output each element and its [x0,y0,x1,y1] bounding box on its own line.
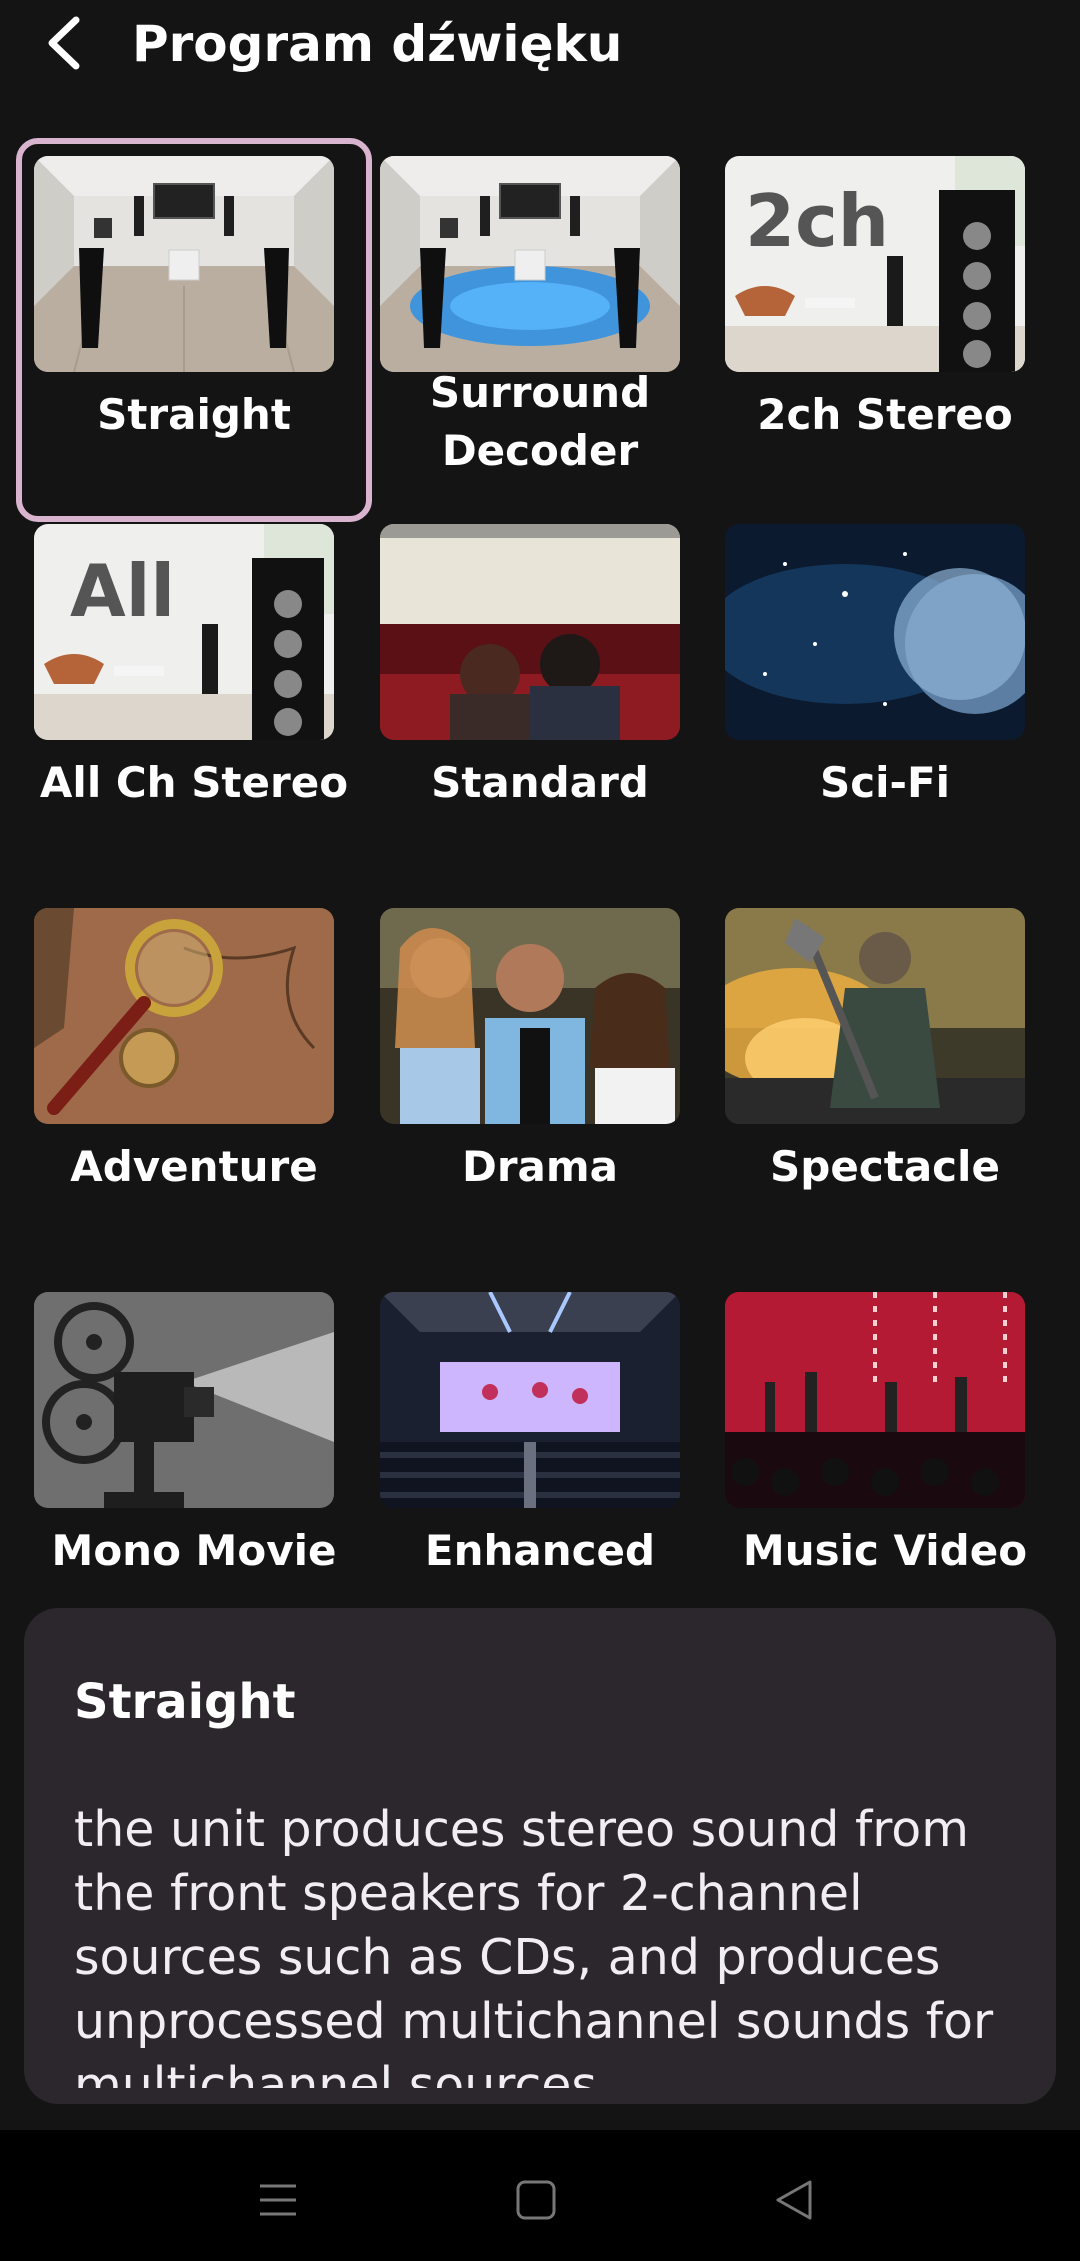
program-label: Surround Decoder [429,368,651,475]
program-tile-mono-movie[interactable]: Mono Movie [16,1290,372,1615]
page-title: Program dźwięku [132,15,623,73]
header: Program dźwięku [0,0,1080,90]
enhanced-thumbnail [380,1292,680,1508]
program-label: Sci-Fi [819,758,951,807]
straight-thumbnail [34,156,334,372]
program-tile-surround-decoder[interactable]: Surround Decoder [362,138,718,522]
2ch-stereo-thumbnail: 2ch [725,156,1025,372]
home-button[interactable] [506,2170,566,2230]
menu-button[interactable] [248,2170,308,2230]
program-label: Straight [97,390,291,439]
program-label: Enhanced [424,1526,656,1575]
spectacle-thumbnail [725,908,1025,1124]
program-tile-adventure[interactable]: Adventure [16,906,372,1290]
program-label: Spectacle [770,1142,1000,1191]
program-label: All Ch Stereo [39,758,349,807]
all-text: All [70,549,175,633]
standard-thumbnail [380,524,680,740]
program-grid: Straight Surround Decoder 2ch 2ch Stereo… [0,135,1080,1615]
back-triangle-icon [776,2180,812,2220]
program-tile-music-video[interactable]: Music Video [707,1290,1063,1615]
system-navigation-bar [0,2130,1080,2261]
program-tile-sci-fi[interactable]: Sci-Fi [707,522,1063,906]
program-tile-standard[interactable]: Standard [362,522,718,906]
menu-icon [260,2184,296,2216]
program-tile-drama[interactable]: Drama [362,906,718,1290]
2ch-text: 2ch [745,179,889,263]
sci-fi-thumbnail [725,524,1025,740]
system-back-button[interactable] [764,2170,824,2230]
program-tile-straight[interactable]: Straight [16,138,372,522]
program-tile-2ch-stereo[interactable]: 2ch 2ch Stereo [707,138,1063,522]
program-label: Standard [431,758,649,807]
program-label: Adventure [70,1142,318,1191]
back-button[interactable] [36,10,96,76]
music-video-thumbnail [725,1292,1025,1508]
screen: Program dźwięku Straight Surround Decode… [0,0,1080,2261]
program-tile-spectacle[interactable]: Spectacle [707,906,1063,1290]
surround-decoder-thumbnail [380,156,680,372]
program-tile-all-ch-stereo[interactable]: All All Ch Stereo [16,522,372,906]
mono-movie-thumbnail [34,1292,334,1508]
program-label: Drama [461,1142,619,1191]
program-label: Music Video [742,1526,1028,1575]
program-tile-enhanced[interactable]: Enhanced [362,1290,718,1615]
program-label: 2ch Stereo [757,390,1013,439]
info-title: Straight [74,1674,296,1730]
all-ch-stereo-thumbnail: All [34,524,334,740]
chevron-left-icon [48,16,80,70]
adventure-thumbnail [34,908,334,1124]
home-square-icon [516,2180,556,2220]
program-info-panel: Straight the unit produces stereo sound … [24,1608,1056,2104]
info-description: the unit produces stereo sound from the … [74,1801,994,2088]
drama-thumbnail [380,908,680,1124]
program-label: Mono Movie [51,1526,337,1575]
